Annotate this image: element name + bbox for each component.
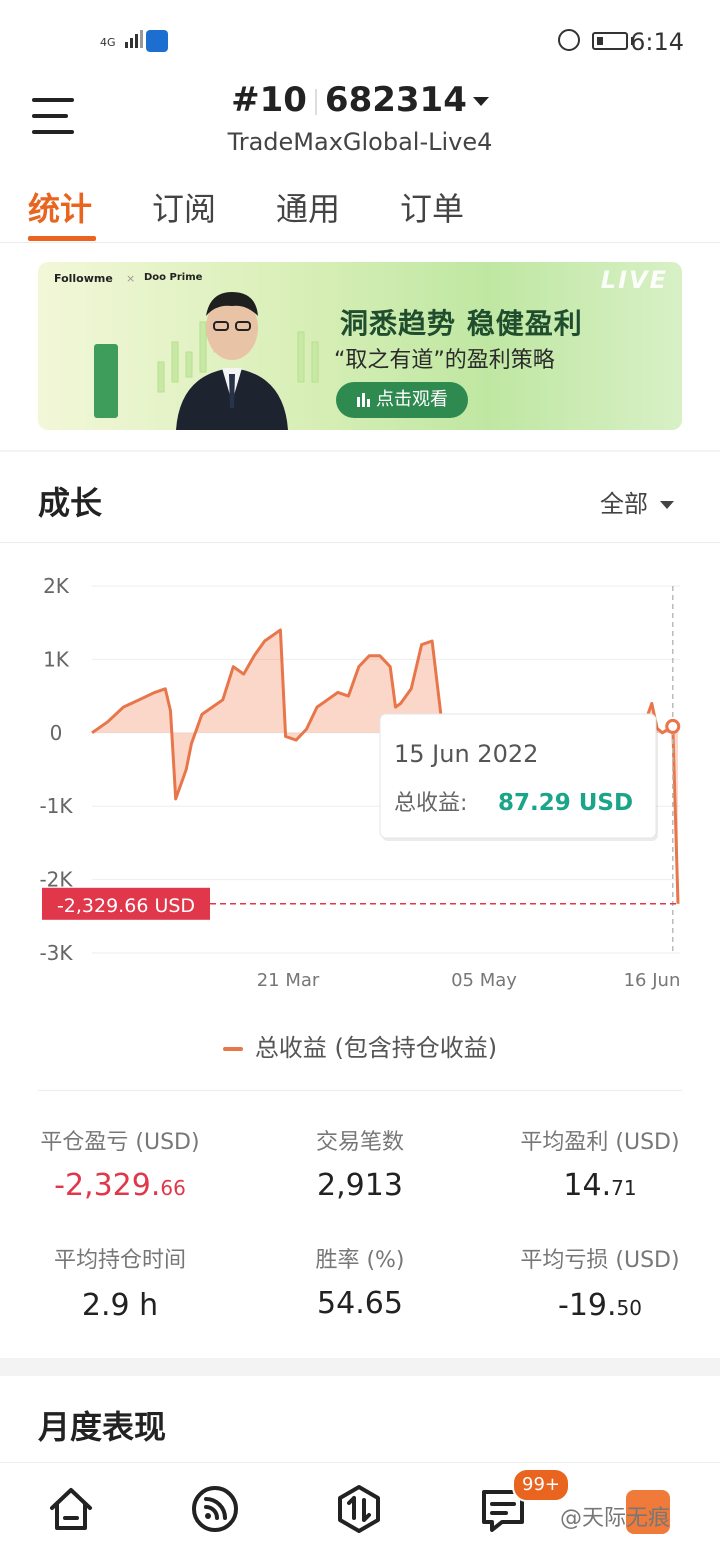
- presenter-image: [176, 292, 288, 430]
- network-signal-icon: 4G: [100, 28, 145, 48]
- y-tick-label: 1K: [43, 647, 70, 671]
- alarm-icon: [558, 29, 580, 51]
- x-tick-label: 16 Jun: [624, 970, 681, 991]
- account-id: 682314: [324, 80, 467, 120]
- stat-label-avg-loss: 平均亏损 (USD): [520, 1248, 680, 1273]
- tab-subscribe[interactable]: 订阅: [152, 184, 216, 230]
- period-filter[interactable]: 全部: [600, 484, 674, 519]
- stat-label-avg-profit: 平均盈利 (USD): [520, 1130, 680, 1155]
- divider: [0, 542, 720, 543]
- y-tick-label: -3K: [39, 941, 73, 965]
- growth-chart[interactable]: 2K1K0-1K-2K-3K21 Mar 05 May 16 Jun-2,329.6…: [0, 560, 720, 1000]
- active-tab-indicator: [28, 236, 96, 241]
- final-value-label: -2,329.66 USD: [57, 895, 195, 917]
- stat-value-trades: 2,913: [317, 1168, 403, 1203]
- account-selector[interactable]: #10 682314: [0, 80, 720, 120]
- tooltip-date: 15 Jun 2022: [394, 740, 538, 768]
- tab-general[interactable]: 通用: [276, 184, 340, 230]
- y-tick-label: 2K: [43, 574, 70, 598]
- home-icon[interactable]: [46, 1484, 96, 1534]
- data-point-marker: [665, 718, 681, 734]
- stat-label-closed-pl: 平仓盈亏 (USD): [40, 1130, 200, 1155]
- battery-icon: [592, 32, 628, 50]
- watermark: @天际无痕: [560, 1506, 671, 1531]
- legend-swatch: [222, 1047, 243, 1051]
- clock: 6:14: [630, 28, 684, 56]
- section-gap: [0, 450, 720, 452]
- banner-separator: ×: [126, 272, 136, 285]
- banner-headline: 洞悉趋势 稳健盈利: [340, 307, 583, 340]
- chart-bars-icon: [356, 382, 372, 418]
- tooltip: [379, 713, 657, 839]
- stat-value-win-rate: 54.65: [317, 1286, 403, 1321]
- stat-label-avg-hold-time: 平均持仓时间: [53, 1248, 186, 1273]
- account-number: #10: [231, 80, 307, 120]
- followme-logo: Followme: [54, 272, 113, 285]
- feed-icon[interactable]: [190, 1484, 240, 1534]
- stat-label-trades: 交易笔数: [315, 1130, 404, 1155]
- stat-value-closed-pl: -2,329.66: [54, 1168, 186, 1203]
- y-tick-label: -1K: [39, 794, 73, 818]
- tooltip-value: 87.29 USD: [498, 790, 633, 816]
- divider: [38, 1090, 682, 1091]
- promo-banner[interactable]: Followme × Doo Prime LIVE 洞悉趋势 稳健盈利 “取之有…: [38, 262, 682, 430]
- server-name: TradeMaxGlobal-Live4: [227, 128, 493, 156]
- tooltip-label: 总收益:: [394, 791, 467, 816]
- divider: [0, 242, 720, 243]
- live-label: LIVE: [600, 266, 668, 294]
- tab-statistics[interactable]: 统计: [28, 184, 92, 230]
- stat-value-avg-hold-time: 2.9 h: [81, 1288, 159, 1323]
- stat-value-avg-profit: 14.71: [563, 1168, 637, 1203]
- x-tick-label: 05 May: [451, 970, 517, 991]
- tab-orders[interactable]: 订单: [400, 184, 464, 230]
- chevron-down-icon: [472, 97, 489, 106]
- x-tick-label: 21 Mar: [257, 970, 320, 991]
- stat-value-avg-loss: -19.50: [558, 1288, 642, 1323]
- banner-side-tag: [94, 344, 118, 418]
- banner-subline: “取之有道”的盈利策略: [334, 348, 555, 373]
- growth-title: 成长: [38, 484, 103, 522]
- chevron-down-icon: [660, 501, 674, 509]
- y-tick-label: 0: [50, 721, 63, 745]
- trade-icon[interactable]: [334, 1484, 384, 1534]
- stat-label-win-rate: 胜率 (%): [315, 1248, 405, 1273]
- monthly-performance-title: 月度表现: [38, 1408, 167, 1446]
- chart-legend[interactable]: 总收益 (包含持仓收益): [0, 1028, 720, 1063]
- unread-badge: 99+: [512, 1468, 570, 1502]
- security-shield-icon: [146, 30, 168, 52]
- section-gap: [0, 1358, 720, 1376]
- watch-now-button[interactable]: 点击观看: [336, 382, 468, 418]
